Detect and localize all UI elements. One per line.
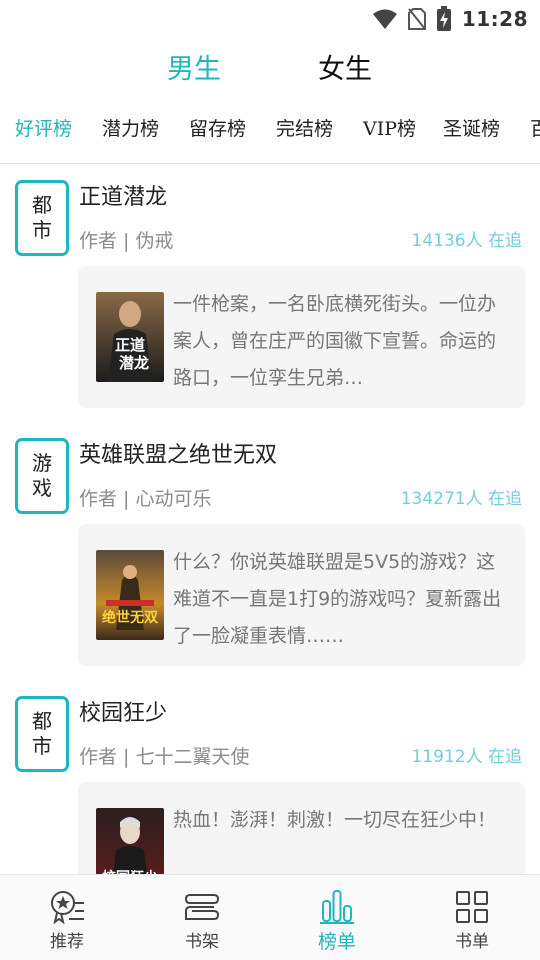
summary-card[interactable]: 正道 潜龙 一件枪案，一名卧底横死街头。一位办案人，曾在庄严的国徽下宣誓。命运的… <box>78 266 525 408</box>
ranking-icon <box>320 890 354 924</box>
tab-male[interactable]: 男生 <box>167 50 221 90</box>
recommend-icon <box>51 891 84 925</box>
status-icons: 11:28 <box>372 4 528 34</box>
genre-badge-char: 都 <box>32 709 52 733</box>
ranking-tabs: 好评榜 潜力榜 留存榜 完结榜 VIP榜 圣诞榜 百 <box>0 110 540 150</box>
wifi-icon <box>372 9 397 29</box>
book-cover-image[interactable]: 正道 潜龙 <box>96 292 164 382</box>
book-author: 作者 | 伪戒 <box>79 230 174 252</box>
genre-badge-char: 市 <box>32 734 52 758</box>
bottom-nav: 推荐 书架 榜单 书单 <box>0 874 540 960</box>
follower-count: 14136人 在追 <box>411 231 522 251</box>
genre-badge: 都 市 <box>15 696 69 772</box>
nav-label: 书单 <box>455 932 489 952</box>
genre-badge-char: 市 <box>32 218 52 242</box>
genre-badge-char: 都 <box>32 193 52 217</box>
nav-recommend[interactable]: 推荐 <box>7 875 127 960</box>
tab-female[interactable]: 女生 <box>318 50 372 90</box>
tab-christmas[interactable]: 圣诞榜 <box>443 110 500 148</box>
tab-potential[interactable]: 潜力榜 <box>102 110 159 148</box>
book-title[interactable]: 英雄联盟之绝世无双 <box>79 440 277 472</box>
status-bar: 11:28 <box>0 0 540 38</box>
book-item[interactable]: 都 市 正道潜龙 作者 | 伪戒 14136人 在追 正道 潜龙 一件枪案，一名… <box>0 164 540 422</box>
svg-text:潜龙: 潜龙 <box>119 354 149 372</box>
book-summary: 什么？你说英雄联盟是5V5的游戏？这难道不一直是1打9的游戏吗？夏新露出了一脸凝… <box>173 551 502 647</box>
nav-booklist[interactable]: 书单 <box>412 875 532 960</box>
tab-completed[interactable]: 完结榜 <box>276 110 333 148</box>
svg-text:正道: 正道 <box>115 336 145 354</box>
book-item[interactable]: 都 市 校园狂少 作者 | 七十二翼天使 11912人 在追 热血！澎湃！刺激！… <box>0 680 540 874</box>
nav-ranking[interactable]: 榜单 <box>277 875 397 960</box>
genre-badge-char: 游 <box>32 451 52 475</box>
book-list: 都 市 正道潜龙 作者 | 伪戒 14136人 在追 正道 潜龙 一件枪案，一名… <box>0 164 540 874</box>
book-item[interactable]: 游 戏 英雄联盟之绝世无双 作者 | 心动可乐 134271人 在追 绝世无双 … <box>0 422 540 680</box>
genre-badge: 游 戏 <box>15 438 69 514</box>
gender-tabs: 男生 女生 <box>0 50 540 94</box>
follower-count: 134271人 在追 <box>400 489 522 509</box>
follower-count: 11912人 在追 <box>411 747 522 767</box>
book-cover-image[interactable]: 绝世无双 <box>96 550 164 640</box>
genre-badge: 都 市 <box>15 180 69 256</box>
book-author: 作者 | 心动可乐 <box>79 488 212 510</box>
booklist-grid-icon <box>456 891 488 923</box>
battery-charging-icon <box>436 6 451 31</box>
tab-retention[interactable]: 留存榜 <box>189 110 246 148</box>
nav-label: 榜单 <box>317 931 356 953</box>
tab-good-reviews[interactable]: 好评榜 <box>15 110 72 148</box>
status-time: 11:28 <box>461 7 528 31</box>
summary-card[interactable]: 校园狂少 热血！澎湃！刺激！一切尽在狂少中！ <box>78 782 525 874</box>
book-cover-image[interactable]: 校园狂少 <box>96 808 164 874</box>
summary-card[interactable]: 绝世无双 什么？你说英雄联盟是5V5的游戏？这难道不一直是1打9的游戏吗？夏新露… <box>78 524 525 666</box>
book-title[interactable]: 正道潜龙 <box>79 182 167 214</box>
book-author: 作者 | 七十二翼天使 <box>79 746 250 768</box>
nav-bookshelf[interactable]: 书架 <box>142 875 262 960</box>
tab-vip[interactable]: VIP榜 <box>363 110 416 148</box>
genre-badge-char: 戏 <box>32 476 52 500</box>
svg-text:绝世无双: 绝世无双 <box>102 609 158 626</box>
nav-label: 推荐 <box>50 932 84 952</box>
book-summary: 一件枪案，一名卧底横死街头。一位办案人，曾在庄严的国徽下宣誓。命运的路口，一位孪… <box>173 293 497 389</box>
no-sim-icon <box>407 8 426 30</box>
book-title[interactable]: 校园狂少 <box>79 698 167 730</box>
bookshelf-icon <box>184 894 220 920</box>
nav-label: 书架 <box>185 932 219 952</box>
tab-more-partial[interactable]: 百 <box>530 110 540 148</box>
book-summary: 热血！澎湃！刺激！一切尽在狂少中！ <box>173 809 497 831</box>
